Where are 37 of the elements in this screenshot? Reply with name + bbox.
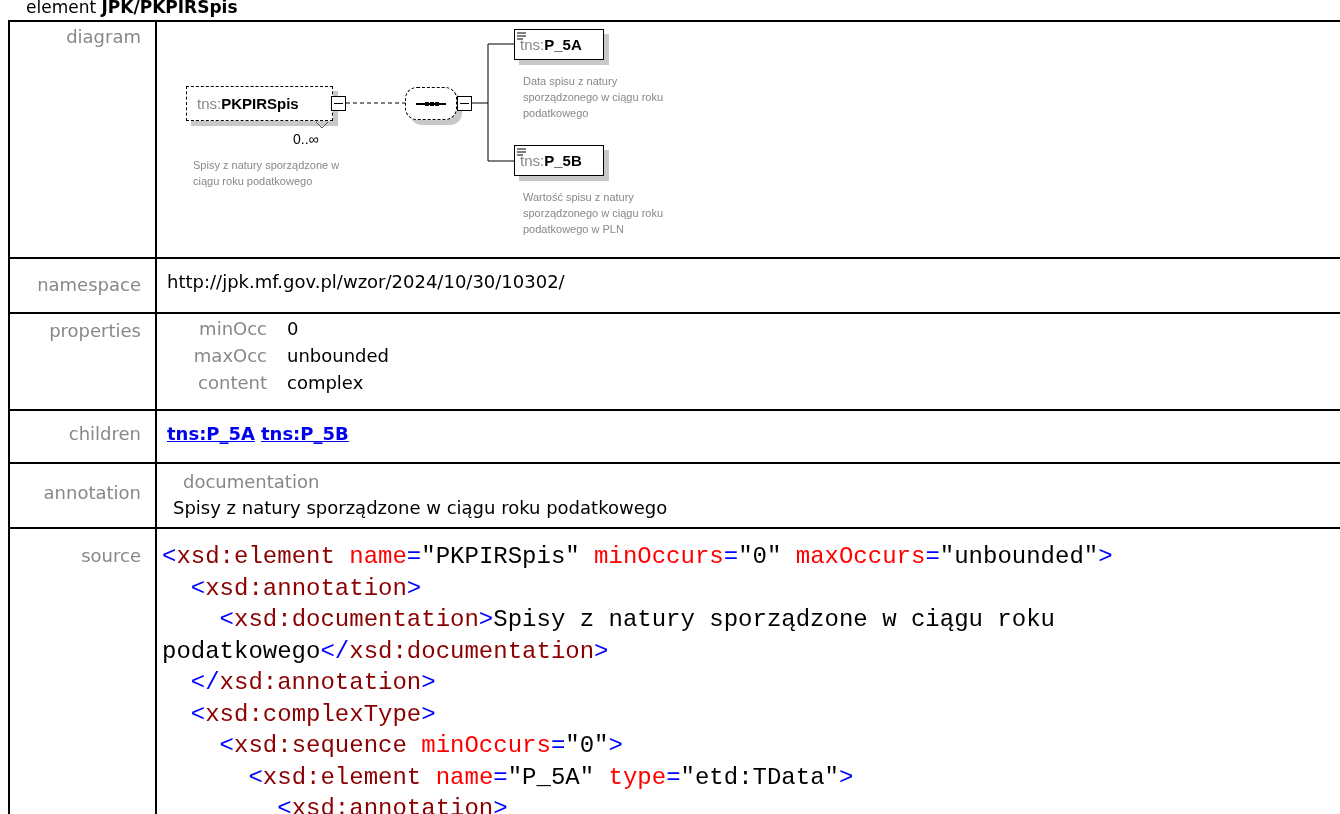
namespace-value: http://jpk.mf.gov.pl/wzor/2024/10/30/10302/ — [167, 271, 565, 292]
element-description: Spisy z natury sporządzone w ciągu roku podatkowego — [193, 158, 341, 189]
row-label: diagram — [10, 22, 157, 257]
property-value: 0 — [287, 317, 300, 340]
code-line: <xsd:sequence minOccurs="0"> — [218, 731, 624, 761]
annotation-text: Spisy z natury sporządzone w ciągu roku podatkowego — [172, 496, 669, 520]
child-description: Wartość spisu z natury sporządzonego w ciągu roku podatkowego w PLN — [523, 190, 665, 237]
documentation-icon — [517, 148, 526, 156]
property-value: unbounded — [287, 344, 390, 367]
code-line: podatkowego</xsd:documentation> — [162, 636, 610, 667]
annotation-heading: documentation — [182, 470, 321, 494]
row-label: children — [10, 411, 157, 462]
child-link[interactable]: tns:P_5A — [167, 423, 255, 456]
property-name: minOcc — [198, 317, 267, 340]
row-label: properties — [10, 314, 157, 409]
multiplicity-label: 0..∞ — [293, 131, 319, 147]
sequence-icon — [416, 99, 446, 108]
property-value: complex — [287, 371, 365, 394]
property-name: maxOcc — [192, 344, 267, 367]
page-heading: element JPK/PKPIRSpis — [25, 0, 239, 19]
code-line: <xsd:element name="P_5A" type="etd:TData"> — [247, 762, 855, 793]
documentation-icon — [517, 32, 526, 40]
row-label: source — [10, 529, 157, 814]
code-line: <xsd:complexType> — [189, 699, 437, 730]
code-line: <xsd:annotation> — [189, 573, 423, 604]
code-line: <xsd:documentation>Spisy z natury sporządzone w ciągu roku — [218, 605, 1056, 635]
child-description: Data spisu z natury sporządzonego w ciągu roku podatkowego — [523, 74, 665, 121]
row-label: namespace — [10, 259, 157, 312]
row-label: annotation — [10, 464, 157, 527]
property-name: content — [197, 371, 267, 394]
collapse-icon[interactable] — [331, 96, 346, 111]
code-line: </xsd:annotation> — [189, 668, 437, 698]
chevron-icon — [315, 121, 329, 129]
collapse-icon[interactable] — [457, 96, 472, 111]
child-link[interactable]: tns:P_5B — [261, 423, 349, 456]
code-line: <xsd:element name="PKPIRSpis" minOccurs="0" maxOccurs="unbounded"> — [162, 542, 1114, 572]
connector-line — [345, 102, 406, 104]
